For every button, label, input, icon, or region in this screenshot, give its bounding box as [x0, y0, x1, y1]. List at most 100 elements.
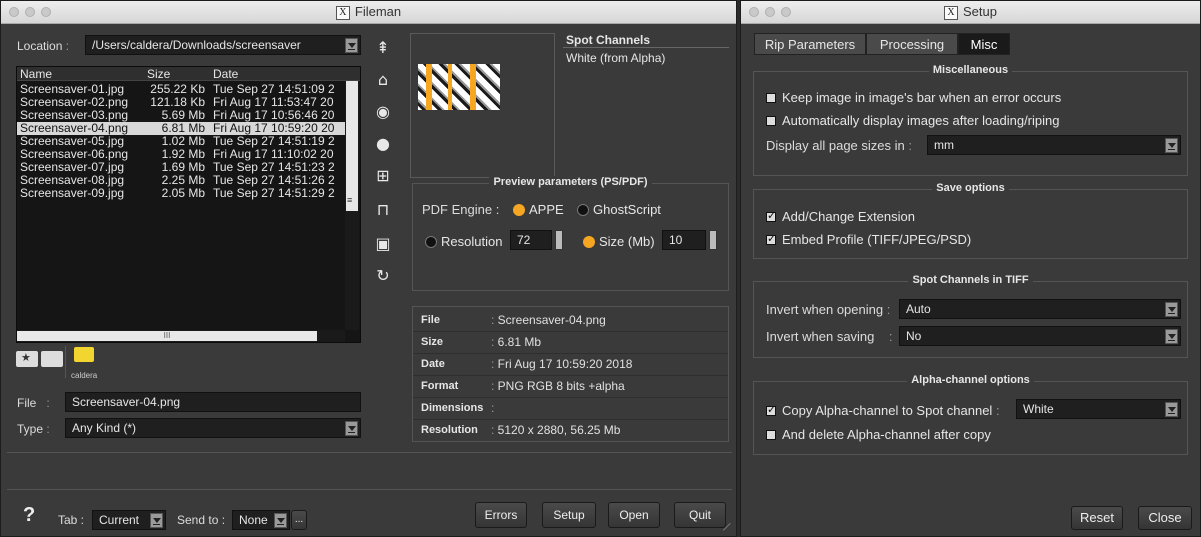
auto-display-option[interactable]: Automatically display images after loadi… — [766, 113, 1059, 128]
invert-opening-dropdown[interactable]: Auto — [899, 299, 1181, 319]
refresh-icon[interactable]: ↻ — [372, 265, 394, 287]
zoom-window-button[interactable] — [781, 7, 791, 17]
file-row[interactable]: Screensaver-04.png 6.81 Mb Fri Aug 17 10:5… — [17, 122, 345, 135]
horizontal-scroll-thumb[interactable]: III — [17, 331, 317, 341]
file-row[interactable]: Screensaver-06.png 1.92 Mb Fri Aug 17 11:1… — [17, 148, 345, 161]
engine-appe-option[interactable]: APPE — [513, 202, 564, 217]
setup-title: Setup — [963, 4, 997, 19]
file-row[interactable]: Screensaver-03.png 5.69 Mb Fri Aug 17 10:5… — [17, 109, 345, 122]
add-extension-option[interactable]: Add/Change Extension — [766, 209, 915, 224]
resolution-option[interactable]: Resolution — [425, 234, 502, 249]
engine-ghostscript-option[interactable]: GhostScript — [577, 202, 661, 217]
checkbox-unchecked-icon[interactable] — [766, 116, 776, 126]
new-folder-icon[interactable]: ▣ — [372, 233, 394, 255]
close-window-button[interactable] — [9, 7, 19, 17]
close-window-button[interactable] — [749, 7, 759, 17]
info-resolution-key: Resolution — [421, 424, 478, 436]
folders-icon[interactable] — [41, 351, 63, 367]
caldera-folder-icon[interactable] — [74, 347, 94, 362]
type-dropdown[interactable]: Any Kind (*) — [65, 418, 361, 438]
copy-alpha-dropdown[interactable]: White — [1016, 399, 1181, 419]
open-button[interactable]: Open — [608, 502, 660, 528]
location-label: Location : — [17, 39, 70, 53]
chevron-down-icon[interactable] — [1165, 329, 1178, 344]
column-header-size[interactable]: Size — [147, 67, 170, 81]
info-format-key: Format — [421, 380, 459, 392]
home-icon[interactable]: ⌂ — [372, 69, 394, 91]
delete-alpha-option[interactable]: And delete Alpha-channel after copy — [766, 427, 991, 442]
chevron-down-icon[interactable] — [1165, 402, 1178, 417]
invert-opening-label: Invert when opening : — [766, 302, 891, 317]
file-list[interactable]: Name Size Date Screensaver-01.jpg 255.22 … — [16, 66, 361, 343]
reset-button[interactable]: Reset — [1071, 506, 1123, 530]
divider — [7, 452, 732, 453]
network-icon[interactable]: ⊞ — [372, 165, 394, 187]
tab-dropdown[interactable]: Current — [92, 510, 166, 530]
preview-frame — [410, 33, 555, 178]
size-stepper[interactable] — [709, 230, 717, 250]
minimize-window-button[interactable] — [25, 7, 35, 17]
chevron-down-icon[interactable] — [1165, 138, 1178, 153]
tab-misc[interactable]: Misc — [958, 33, 1010, 55]
errors-button[interactable]: Errors — [475, 502, 527, 528]
checkbox-checked-icon[interactable] — [766, 403, 776, 416]
file-row[interactable]: Screensaver-08.jpg 2.25 Mb Tue Sep 27 14:5… — [17, 174, 345, 187]
radio-selected-icon[interactable] — [513, 204, 525, 216]
vertical-scrollbar[interactable]: ≡ — [345, 81, 359, 330]
zoom-window-button[interactable] — [41, 7, 51, 17]
tab-rip-parameters[interactable]: Rip Parameters — [754, 33, 866, 55]
page-sizes-dropdown[interactable]: mm — [927, 135, 1181, 155]
checkbox-unchecked-icon[interactable] — [766, 93, 776, 103]
resolution-input[interactable]: 72 — [510, 230, 552, 250]
file-name-input[interactable]: Screensaver-04.png — [65, 392, 361, 412]
favorite-folder-icon[interactable]: ★ — [16, 351, 38, 367]
column-header-name[interactable]: Name — [20, 67, 52, 81]
send-to-more-button[interactable]: ... — [291, 510, 307, 530]
close-button[interactable]: Close — [1138, 506, 1192, 530]
checkbox-checked-icon[interactable] — [766, 209, 776, 222]
checkbox-unchecked-icon[interactable] — [766, 430, 776, 440]
column-header-date[interactable]: Date — [213, 67, 238, 81]
drive-icon[interactable]: ⊓ — [372, 199, 394, 221]
radio-unselected-icon[interactable] — [425, 236, 437, 248]
file-row[interactable]: Screensaver-02.png 121.18 Kb Fri Aug 17 11… — [17, 96, 345, 109]
compass-icon[interactable]: ◉ — [372, 101, 394, 123]
chevron-down-icon[interactable] — [150, 513, 163, 528]
chevron-down-icon[interactable] — [274, 513, 287, 528]
send-to-dropdown[interactable]: None — [232, 510, 290, 530]
file-row[interactable]: Screensaver-01.jpg 255.22 Kb Tue Sep 27 14… — [17, 83, 345, 96]
minimize-window-button[interactable] — [765, 7, 775, 17]
setup-button[interactable]: Setup — [542, 502, 596, 528]
disc-icon[interactable]: ● — [372, 133, 394, 155]
horizontal-scrollbar[interactable]: III — [17, 330, 345, 342]
chevron-down-icon[interactable] — [345, 38, 358, 53]
file-list-header: Name Size Date — [17, 67, 360, 81]
radio-unselected-icon[interactable] — [577, 204, 589, 216]
home-up-icon[interactable]: ⇞ — [372, 37, 394, 59]
help-icon[interactable]: ? — [23, 504, 35, 527]
setup-titlebar[interactable]: X Setup — [741, 1, 1200, 24]
chevron-down-icon[interactable] — [345, 421, 358, 436]
embed-profile-option[interactable]: Embed Profile (TIFF/JPEG/PSD) — [766, 232, 971, 247]
file-row[interactable]: Screensaver-09.jpg 2.05 Mb Tue Sep 27 14:5… — [17, 187, 345, 200]
chevron-down-icon[interactable] — [1165, 302, 1178, 317]
location-dropdown[interactable]: /Users/caldera/Downloads/screensaver — [85, 35, 361, 55]
quit-button[interactable]: Quit — [674, 502, 726, 528]
file-row[interactable]: Screensaver-07.jpg 1.69 Mb Tue Sep 27 14:5… — [17, 161, 345, 174]
copy-alpha-option[interactable]: Copy Alpha-channel to Spot channel : — [766, 403, 1000, 418]
radio-selected-icon[interactable] — [583, 236, 595, 248]
checkbox-checked-icon[interactable] — [766, 232, 776, 245]
keep-image-option[interactable]: Keep image in image's bar when an error … — [766, 90, 1061, 105]
invert-saving-dropdown[interactable]: No — [899, 326, 1181, 346]
resolution-stepper[interactable] — [555, 230, 563, 250]
info-format-value: : PNG RGB 8 bits +alpha — [491, 379, 625, 393]
file-size-cell: 2.25 Mb — [161, 174, 205, 187]
size-input[interactable]: 10 — [662, 230, 706, 250]
tab-processing[interactable]: Processing — [866, 33, 958, 55]
fileman-titlebar[interactable]: X Fileman — [1, 1, 736, 24]
miscellaneous-group: Miscellaneous Keep image in image's bar … — [753, 64, 1188, 176]
vertical-scroll-thumb[interactable] — [346, 81, 358, 211]
size-option[interactable]: Size (Mb) — [583, 234, 655, 249]
file-row[interactable]: Screensaver-05.jpg 1.02 Mb Tue Sep 27 14:5… — [17, 135, 345, 148]
tab-value: Current — [99, 513, 140, 527]
